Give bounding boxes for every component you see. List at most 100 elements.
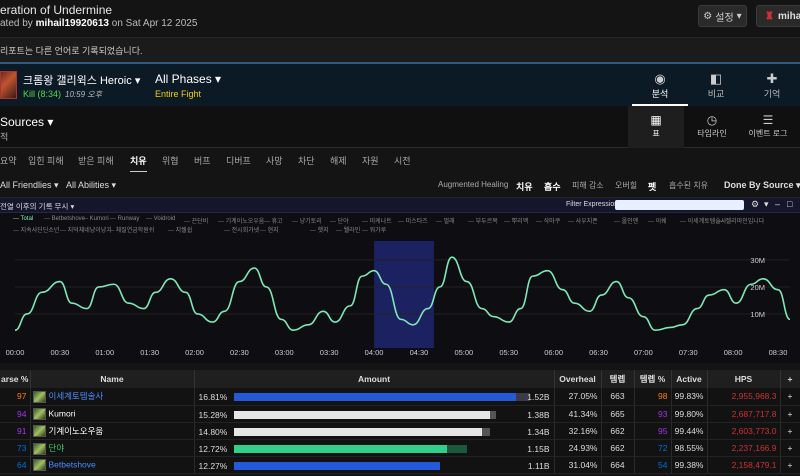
abilities-dropdown[interactable]: All Abilities ▾ [66, 180, 116, 191]
x-tick-label: 08:00 [724, 348, 743, 357]
expand-row-button[interactable]: + [780, 456, 800, 475]
toggle-pets[interactable]: 펫 [648, 180, 656, 193]
tab-debuffs[interactable]: 디버프 [226, 154, 251, 167]
amount-bar-extra [481, 427, 490, 436]
kill-info: Kill (8:34) 10:59 오후 [23, 89, 102, 100]
parse-value: 94 [0, 405, 31, 423]
table-row[interactable]: 94 Kumori 15.28% 1.38B 41.34% 665 93 99.80% 2,68… [0, 405, 800, 423]
toggle-healing[interactable]: 치유 [516, 180, 533, 193]
x-tick-label: 00:30 [50, 348, 69, 357]
amount-percent: 15.28% [198, 409, 228, 420]
tab-compare[interactable]: ◧ 비교 [688, 67, 744, 106]
player-name-cell[interactable]: Betbetshove [30, 456, 195, 475]
spec-icon [32, 459, 46, 472]
toggle-overheal[interactable]: 오버힐 [615, 180, 637, 191]
gear-icon: ⚙ [703, 10, 713, 22]
settings-button[interactable]: ⚙ 설정 ▾ [698, 5, 747, 27]
boss-selector[interactable]: 크롬왕 갤리윅스 Heroic ▾ [23, 72, 140, 88]
amount-bar [233, 445, 447, 454]
tab-deaths[interactable]: 사망 [266, 154, 283, 167]
tab-casts[interactable]: 시전 [394, 154, 411, 167]
player-name[interactable]: Kumori [49, 408, 76, 418]
col-ilvl-pct[interactable]: 템렙 % [634, 370, 672, 388]
x-tick-label: 07:00 [634, 348, 653, 357]
ilvl-value: 664 [601, 456, 635, 475]
col-name[interactable]: Name [30, 370, 195, 388]
player-name-cell[interactable]: 이세계토템술사 [30, 388, 195, 406]
toggle-absorbed-healing[interactable]: 흡수된 치유 [669, 180, 708, 191]
view-tab-table[interactable]: ▦ 표 [628, 106, 684, 148]
report-owner-link[interactable]: mihail19920613 [36, 18, 109, 29]
player-name-cell[interactable]: Kumori [30, 405, 195, 423]
sources-selector[interactable]: Sources ▾ [0, 115, 53, 129]
player-name[interactable]: 단야 [49, 443, 65, 453]
player-name-cell[interactable]: 기계이노오우움 [30, 422, 195, 441]
player-name-cell[interactable]: 단야 [30, 439, 195, 458]
player-name[interactable]: Betbetshove [49, 460, 96, 470]
tab-resources[interactable]: 자원 [362, 154, 379, 167]
ilvl-value: 665 [601, 405, 635, 423]
col-amount[interactable]: Amount [194, 370, 555, 388]
table-row[interactable]: 64 Betbetshove 12.27% 1.11B 31.04% 664 54 99.38… [0, 456, 800, 475]
friendlies-dropdown[interactable]: All Friendlies ▾ [0, 180, 59, 191]
tab-summary[interactable]: 요약 [0, 154, 17, 167]
tab-damage-taken[interactable]: 받은 피해 [78, 154, 114, 167]
expand-row-button[interactable]: + [780, 405, 800, 423]
player-name[interactable]: 기계이노오우움 [49, 426, 104, 436]
table-row[interactable]: 97 이세계토템술사 16.81% 1.52B 27.05% 663 98 99.83% 2,9… [0, 388, 800, 406]
expand-row-button[interactable]: + [780, 422, 800, 441]
report-subtitle: ated by mihail19920613 on Sat Apr 12 202… [0, 18, 197, 29]
parse-value: 97 [0, 388, 31, 406]
col-parse[interactable]: arse % [0, 370, 31, 388]
done-by-dropdown[interactable]: Done By Source ▾ [724, 180, 800, 191]
user-menu-button[interactable]: ♜ miha [756, 5, 800, 27]
phase-selector[interactable]: All Phases ▾ [155, 72, 221, 86]
toggle-absorb[interactable]: 흡수 [544, 180, 561, 193]
ilvl-value: 662 [601, 439, 635, 458]
x-tick-label: 04:30 [410, 348, 429, 357]
amount-bar [233, 393, 516, 401]
active-value: 99.83% [671, 388, 708, 406]
chevron-down-icon: ▾ [736, 10, 742, 22]
col-ilvl[interactable]: 템렙 [601, 370, 635, 388]
tab-damage-done[interactable]: 입힌 피해 [28, 154, 64, 167]
col-active[interactable]: Active [671, 370, 708, 388]
active-value: 99.80% [671, 405, 708, 423]
x-tick-label: 00:00 [6, 348, 25, 357]
sources-subtitle: 적 [0, 132, 9, 142]
expand-row-button[interactable]: + [780, 439, 800, 458]
tab-healing[interactable]: 치유 [130, 154, 147, 173]
table-row[interactable]: 73 단야 12.72% 1.15B 24.93% 662 72 98.55% 2,237,16… [0, 439, 800, 458]
player-name[interactable]: 이세계토템술사 [49, 391, 104, 401]
friendlies-label: All Friendlies [0, 180, 52, 190]
tab-interrupts[interactable]: 차단 [298, 154, 315, 167]
tab-dispels[interactable]: 해제 [330, 154, 347, 167]
tab-threat[interactable]: 위협 [162, 154, 179, 167]
view-tab-events[interactable]: ☰ 이벤트 로그 [740, 106, 796, 148]
hps-value: 2,955,968.3 [707, 388, 781, 406]
table-row[interactable]: 91 기계이노오우움 14.80% 1.34B 32.16% 662 95 99.44% 2,6… [0, 422, 800, 441]
col-overheal[interactable]: Overheal [554, 370, 602, 388]
col-add[interactable]: + [780, 370, 800, 388]
amount-cell: 16.81% 1.52B [194, 388, 555, 406]
view-tab-events-label: 이벤트 로그 [748, 129, 788, 138]
ilvl-pct-value: 93 [634, 405, 672, 423]
toggle-augmented-healing[interactable]: Augmented Healing [438, 180, 508, 189]
puzzle-icon: ✚ [766, 71, 778, 86]
parse-value: 91 [0, 422, 31, 441]
list-icon: ☰ [762, 113, 774, 127]
view-tab-timeline[interactable]: ◷ 타임라인 [684, 106, 740, 148]
tab-analysis[interactable]: ◉ 분석 [632, 67, 688, 106]
col-hps[interactable]: HPS [707, 370, 781, 388]
tab-buffs[interactable]: 버프 [194, 154, 211, 167]
x-tick-label: 03:30 [320, 348, 339, 357]
tab-memory[interactable]: ✚ 기억 [744, 67, 800, 106]
expand-row-button[interactable]: + [780, 388, 800, 406]
tab-memory-label: 기억 [763, 89, 781, 99]
toggle-damage-reduction[interactable]: 피해 감소 [572, 180, 604, 191]
ilvl-value: 662 [601, 422, 635, 441]
hps-value: 2,687,717.8 [707, 405, 781, 423]
chart-plot[interactable]: 10M20M30M00:00 00:30 01:00 01:30 02:00 02:30 0… [0, 198, 800, 363]
ilvl-pct-value: 98 [634, 388, 672, 406]
user-avatar-icon: ♜ [765, 10, 774, 22]
